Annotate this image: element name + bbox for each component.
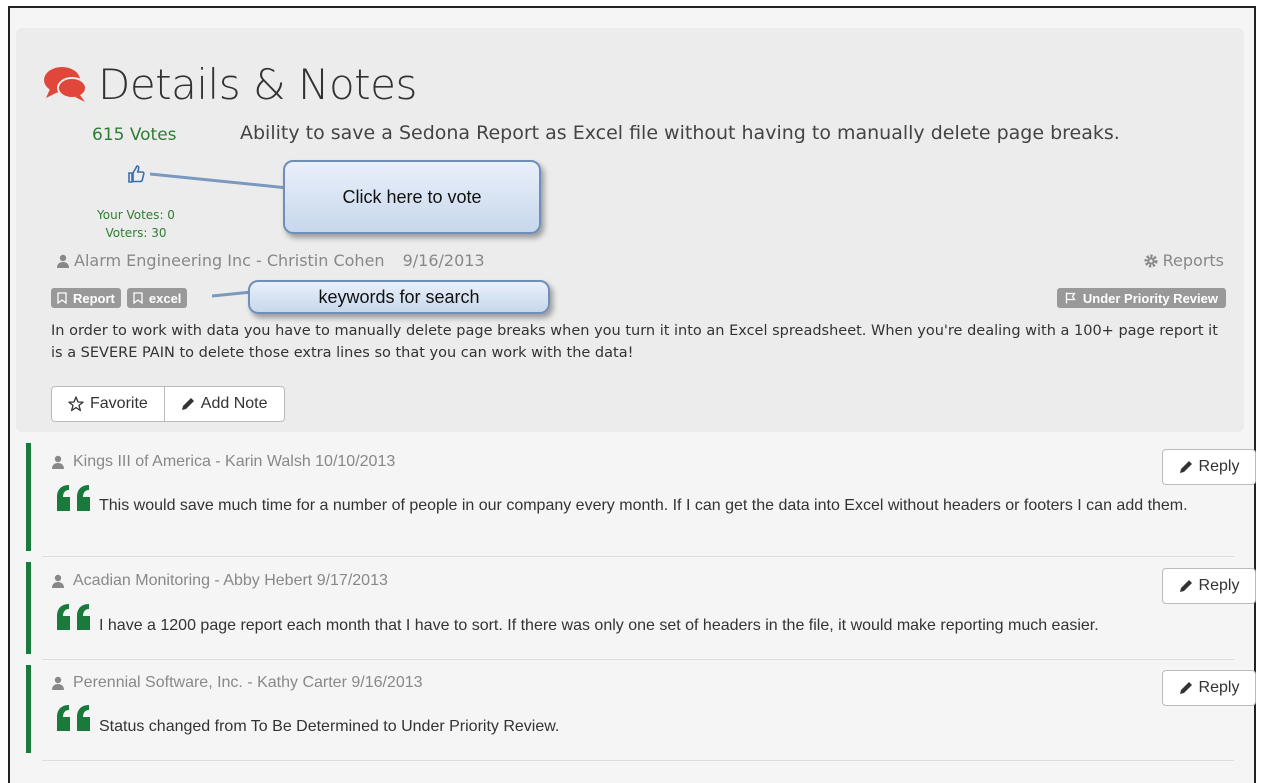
note-author-line: Acadian Monitoring - Abby Hebert 9/17/20… — [73, 572, 388, 589]
callout-keywords-text: keywords for search — [318, 286, 480, 307]
note-author: Kings III of America - Karin Walsh 10/10… — [51, 453, 395, 471]
pencil-icon — [1179, 682, 1192, 694]
voters-count: Voters: 30 — [105, 226, 167, 240]
star-icon — [68, 396, 84, 412]
note-text: I have a 1200 page report each month tha… — [99, 617, 1099, 634]
note-author: Acadian Monitoring - Abby Hebert 9/17/20… — [51, 572, 388, 590]
callout-pointer-vote — [150, 172, 289, 190]
status-label: Under Priority Review — [1082, 290, 1218, 306]
vote-stats: Your Votes: 0 Voters: 30 — [88, 206, 184, 242]
category-reports[interactable]: Reports — [1143, 251, 1224, 270]
reply-label: Reply — [1198, 458, 1240, 475]
tag-label: Report — [73, 290, 115, 306]
person-icon — [57, 254, 69, 268]
note-divider — [42, 659, 1234, 660]
idea-actions: Favorite Add Note — [51, 386, 285, 422]
person-icon — [52, 676, 64, 690]
category-label: Reports — [1162, 251, 1224, 270]
reply-button[interactable]: Reply — [1162, 449, 1256, 485]
tag-excel[interactable]: excel — [126, 288, 188, 308]
thumbs-up-icon[interactable] — [126, 164, 146, 184]
quote-icon — [57, 604, 90, 630]
keyword-tags: Report excel — [51, 288, 188, 308]
note-text: This would save much time for a number o… — [99, 497, 1188, 514]
note-text: Status changed from To Be Determined to … — [99, 718, 560, 735]
bookmark-icon — [133, 292, 143, 304]
callout-pointer-keywords — [212, 290, 252, 298]
reply-label: Reply — [1198, 577, 1240, 594]
callout-vote: Click here to vote — [283, 160, 541, 234]
flag-icon — [1065, 292, 1076, 304]
add-note-button[interactable]: Add Note — [163, 387, 284, 421]
reply-label: Reply — [1198, 679, 1240, 696]
pencil-icon — [1179, 580, 1192, 592]
note-item: Acadian Monitoring - Abby Hebert 9/17/20… — [26, 562, 1236, 654]
your-votes: Your Votes: 0 — [97, 208, 175, 222]
quote-icon — [57, 705, 90, 731]
quote-icon — [57, 485, 90, 511]
pencil-icon — [181, 398, 194, 410]
idea-title: Ability to save a Sedona Report as Excel… — [240, 122, 1120, 144]
note-item: Perennial Software, Inc. - Kathy Carter … — [26, 665, 1236, 753]
person-icon — [52, 455, 64, 469]
note-author-line: Kings III of America - Karin Walsh 10/10… — [73, 453, 396, 470]
note-divider — [42, 556, 1234, 557]
add-note-label: Add Note — [200, 395, 268, 412]
pencil-icon — [1179, 461, 1192, 473]
vote-count: 615 Votes — [92, 125, 177, 145]
favorite-button[interactable]: Favorite — [52, 387, 164, 421]
page-title-row: Details & Notes — [42, 54, 417, 114]
reply-button[interactable]: Reply — [1162, 670, 1256, 706]
bookmark-icon — [57, 292, 67, 304]
gear-icon — [1144, 254, 1158, 267]
note-divider — [42, 760, 1234, 761]
tag-label: excel — [148, 290, 182, 306]
idea-description: In order to work with data you have to m… — [51, 323, 1218, 361]
favorite-label: Favorite — [90, 395, 148, 412]
comments-icon — [44, 67, 87, 102]
idea-author-row: Alarm Engineering Inc - Christin Cohen 9… — [56, 251, 485, 270]
idea-date: 9/16/2013 — [402, 251, 485, 270]
reply-button[interactable]: Reply — [1162, 568, 1256, 604]
status-badge: Under Priority Review — [1056, 288, 1226, 308]
note-author-line: Perennial Software, Inc. - Kathy Carter … — [73, 674, 423, 691]
callout-vote-text: Click here to vote — [342, 186, 482, 207]
page-title: Details & Notes — [98, 59, 417, 109]
person-icon — [52, 574, 64, 588]
callout-keywords: keywords for search — [248, 280, 550, 314]
note-author: Perennial Software, Inc. - Kathy Carter … — [51, 674, 423, 692]
idea-author: Alarm Engineering Inc - Christin Cohen — [74, 251, 385, 270]
note-item: Kings III of America - Karin Walsh 10/10… — [26, 443, 1236, 551]
tag-report[interactable]: Report — [51, 288, 121, 308]
